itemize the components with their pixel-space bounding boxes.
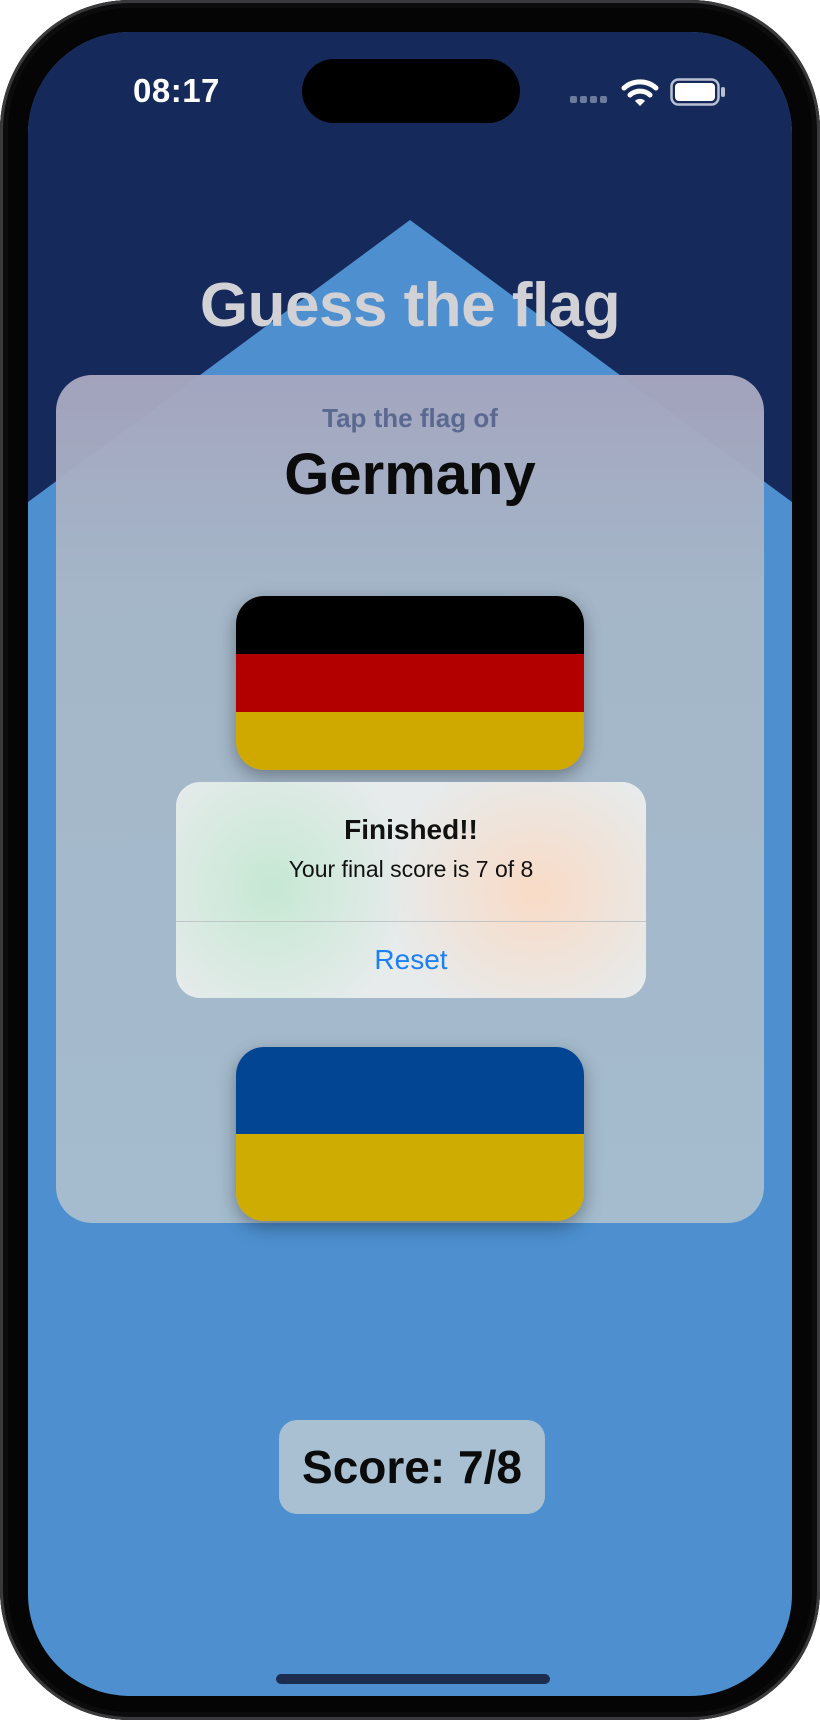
flag-stripe xyxy=(236,596,584,654)
flag-button-ukraine[interactable] xyxy=(236,1047,584,1221)
status-time: 08:17 xyxy=(133,72,220,109)
flag-stripe xyxy=(236,1134,584,1221)
flag-stripe xyxy=(236,712,584,770)
app-screen: 08:17 Guess the flag Tap the flag of Ger… xyxy=(28,32,792,1696)
finished-alert: Finished!! Your final score is 7 of 8 Re… xyxy=(176,782,646,998)
home-indicator[interactable] xyxy=(276,1674,550,1684)
reset-button[interactable]: Reset xyxy=(176,922,646,998)
cellular-signal-icon xyxy=(570,96,610,104)
dynamic-island xyxy=(302,59,520,123)
status-bar: 08:17 xyxy=(28,32,792,142)
device-frame: 08:17 Guess the flag Tap the flag of Ger… xyxy=(0,0,820,1720)
wifi-icon xyxy=(621,79,659,106)
score-badge: Score: 7/8 xyxy=(279,1420,545,1514)
alert-title: Finished!! xyxy=(344,814,478,845)
flag-stripe xyxy=(236,654,584,712)
flag-button-germany[interactable] xyxy=(236,596,584,770)
question-prompt: Tap the flag of xyxy=(322,403,498,433)
flag-stripe xyxy=(236,1047,584,1134)
target-country: Germany xyxy=(284,442,536,507)
game-title: Guess the flag xyxy=(199,271,621,340)
alert-message: Your final score is 7 of 8 xyxy=(288,856,534,882)
battery-icon xyxy=(670,78,725,106)
